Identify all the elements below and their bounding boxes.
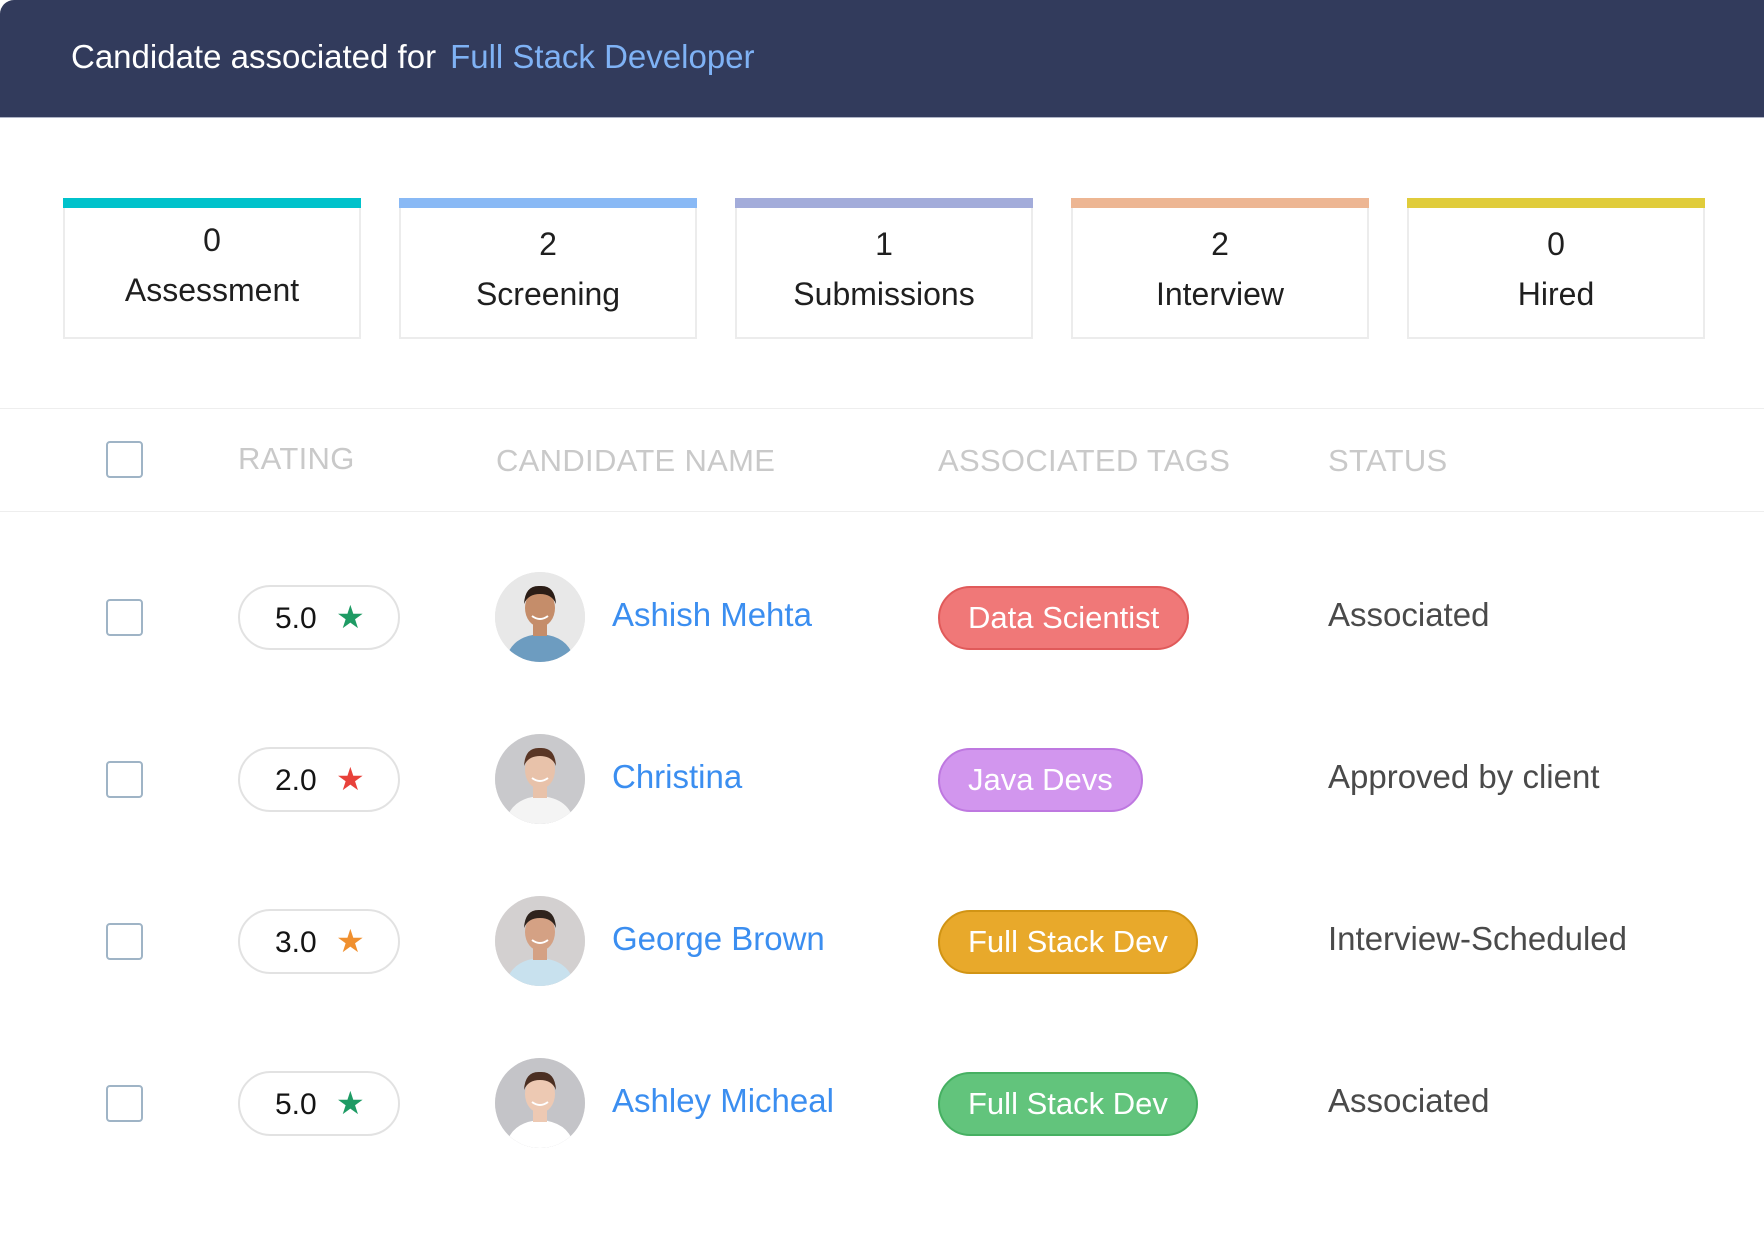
stage-label: Submissions <box>793 276 975 312</box>
header-title-prefix: Candidate associated for <box>71 38 437 75</box>
stage-color-bar <box>735 198 1033 208</box>
table-header: RATING CANDIDATE NAME ASSOCIATED TAGS ST… <box>0 408 1764 512</box>
candidate-name-link[interactable]: Christina <box>612 758 742 796</box>
column-header-candidate-name[interactable]: CANDIDATE NAME <box>496 443 775 479</box>
tag-badge: Data Scientist <box>938 586 1190 650</box>
table-row: 5.0 ★ Ashish Mehta Data Scientist Associ… <box>0 536 1764 698</box>
job-title-link[interactable]: Full Stack Developer <box>450 38 754 75</box>
rating-value: 2.0 <box>275 764 317 797</box>
tag-badge: Full Stack Dev <box>938 910 1198 974</box>
stage-count: 1 <box>875 226 893 262</box>
avatar-portrait <box>495 734 585 824</box>
tag-badge: Full Stack Dev <box>938 1072 1198 1136</box>
header-title: Candidate associated for Full Stack Devel… <box>71 38 755 76</box>
page-header: Candidate associated for Full Stack Devel… <box>0 0 1764 118</box>
stage-count: 2 <box>1211 226 1229 262</box>
rating-value: 5.0 <box>275 602 317 635</box>
row-checkbox[interactable] <box>106 1085 143 1122</box>
status-text: Interview-Scheduled <box>1328 920 1627 957</box>
rating-badge: 2.0 ★ <box>238 747 400 812</box>
stage-card-submissions[interactable]: 1 Submissions <box>735 198 1033 339</box>
candidate-name-link[interactable]: Ashley Micheal <box>612 1082 834 1120</box>
avatar <box>495 572 585 662</box>
row-checkbox[interactable] <box>106 923 143 960</box>
avatar-portrait <box>495 1058 585 1148</box>
column-header-associated-tags[interactable]: ASSOCIATED TAGS <box>938 443 1230 479</box>
candidate-name-link[interactable]: Ashish Mehta <box>612 596 812 634</box>
star-icon: ★ <box>336 923 365 959</box>
column-header-status[interactable]: STATUS <box>1328 443 1448 479</box>
stage-count: 2 <box>539 226 557 262</box>
tag-badge: Java Devs <box>938 748 1143 812</box>
stage-count: 0 <box>1547 226 1565 262</box>
rating-badge: 3.0 ★ <box>238 909 400 974</box>
stage-label: Hired <box>1517 276 1595 312</box>
stage-card-hired[interactable]: 0 Hired <box>1407 198 1705 339</box>
stage-card-assessment[interactable]: 0 Assessment <box>63 198 361 339</box>
rating-value: 5.0 <box>275 1088 317 1121</box>
avatar <box>495 734 585 824</box>
star-icon: ★ <box>336 599 365 635</box>
stage-count: 0 <box>203 222 221 258</box>
select-all-checkbox[interactable] <box>106 441 143 478</box>
table-row: 2.0 ★ Christina Java Devs Approved by cl… <box>0 698 1764 860</box>
stage-card-screening[interactable]: 2 Screening <box>399 198 697 339</box>
star-icon: ★ <box>336 761 365 797</box>
stage-color-bar <box>399 198 697 208</box>
column-header-rating[interactable]: RATING <box>238 441 355 477</box>
rating-value: 3.0 <box>275 926 317 959</box>
stage-label: Assessment <box>124 272 300 308</box>
table-row: 3.0 ★ George Brown Full Stack Dev Interv… <box>0 860 1764 1022</box>
rating-badge: 5.0 ★ <box>238 585 400 650</box>
status-text: Associated <box>1328 596 1490 633</box>
avatar <box>495 896 585 986</box>
stage-label: Interview <box>1155 276 1285 312</box>
star-icon: ★ <box>336 1085 365 1121</box>
candidate-name-link[interactable]: George Brown <box>612 920 825 958</box>
pipeline-stages: 0 Assessment 2 Screening 1 Submissions 2… <box>63 198 1705 339</box>
row-checkbox[interactable] <box>106 761 143 798</box>
table-row: 5.0 ★ Ashley Micheal Full Stack Dev Asso… <box>0 1022 1764 1184</box>
stage-color-bar <box>1071 198 1369 208</box>
avatar-portrait <box>495 896 585 986</box>
stage-label: Screening <box>475 276 621 312</box>
rating-badge: 5.0 ★ <box>238 1071 400 1136</box>
stage-card-interview[interactable]: 2 Interview <box>1071 198 1369 339</box>
status-text: Approved by client <box>1328 758 1600 795</box>
row-checkbox[interactable] <box>106 599 143 636</box>
avatar-portrait <box>495 572 585 662</box>
stage-color-bar <box>63 198 361 208</box>
status-text: Associated <box>1328 1082 1490 1119</box>
avatar <box>495 1058 585 1148</box>
stage-color-bar <box>1407 198 1705 208</box>
